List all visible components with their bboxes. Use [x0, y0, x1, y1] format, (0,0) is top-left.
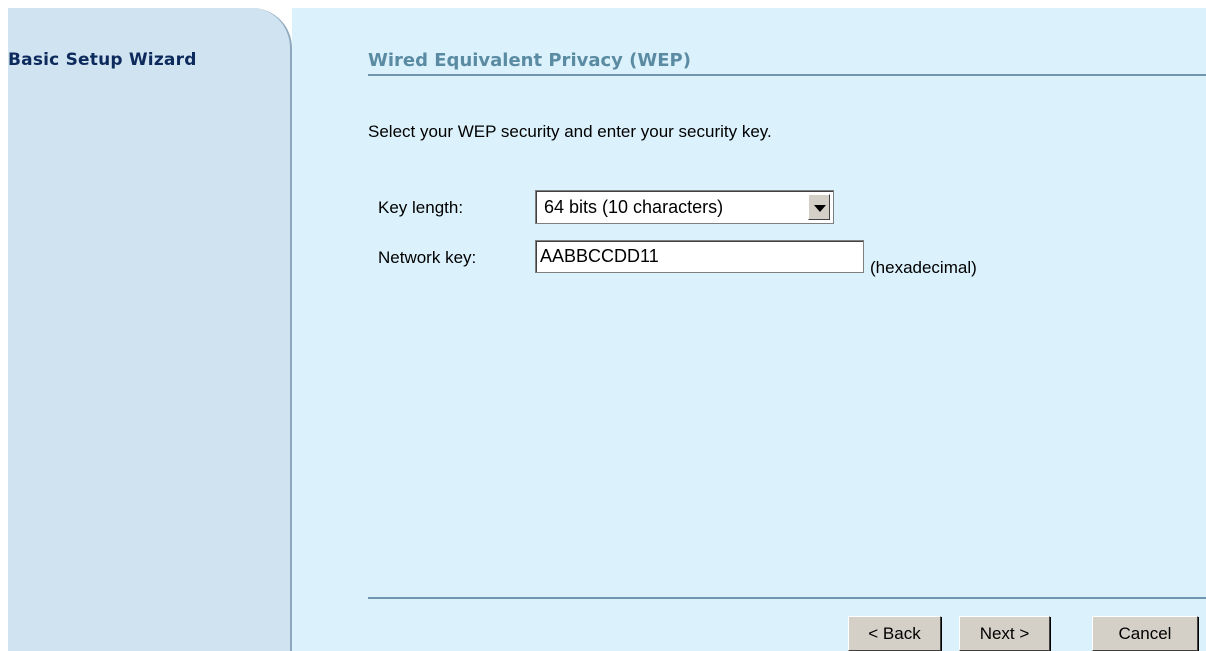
- cancel-button[interactable]: Cancel: [1092, 616, 1198, 651]
- sidebar: Basic Setup Wizard: [8, 8, 292, 651]
- back-button[interactable]: < Back: [848, 616, 941, 651]
- footer-divider: [368, 597, 1206, 599]
- instructions-text: Select your WEP security and enter your …: [368, 122, 772, 141]
- key-length-value: 64 bits (10 characters): [544, 197, 724, 217]
- network-key-label: Network key:: [378, 248, 477, 267]
- sidebar-title: Basic Setup Wizard: [8, 50, 197, 70]
- next-button[interactable]: Next >: [959, 616, 1050, 651]
- network-key-hint: (hexadecimal): [870, 258, 977, 277]
- title-divider: [368, 74, 1206, 76]
- chevron-down-icon: [814, 205, 826, 212]
- dropdown-button[interactable]: [808, 194, 830, 220]
- key-length-label: Key length:: [378, 198, 464, 217]
- key-length-select[interactable]: 64 bits (10 characters): [535, 190, 834, 224]
- main-content: Wired Equivalent Privacy (WEP) Select yo…: [292, 8, 1206, 651]
- network-key-input[interactable]: [535, 240, 864, 273]
- page-title: Wired Equivalent Privacy (WEP): [368, 50, 691, 71]
- wizard-frame: Basic Setup Wizard Wired Equivalent Priv…: [8, 8, 1206, 651]
